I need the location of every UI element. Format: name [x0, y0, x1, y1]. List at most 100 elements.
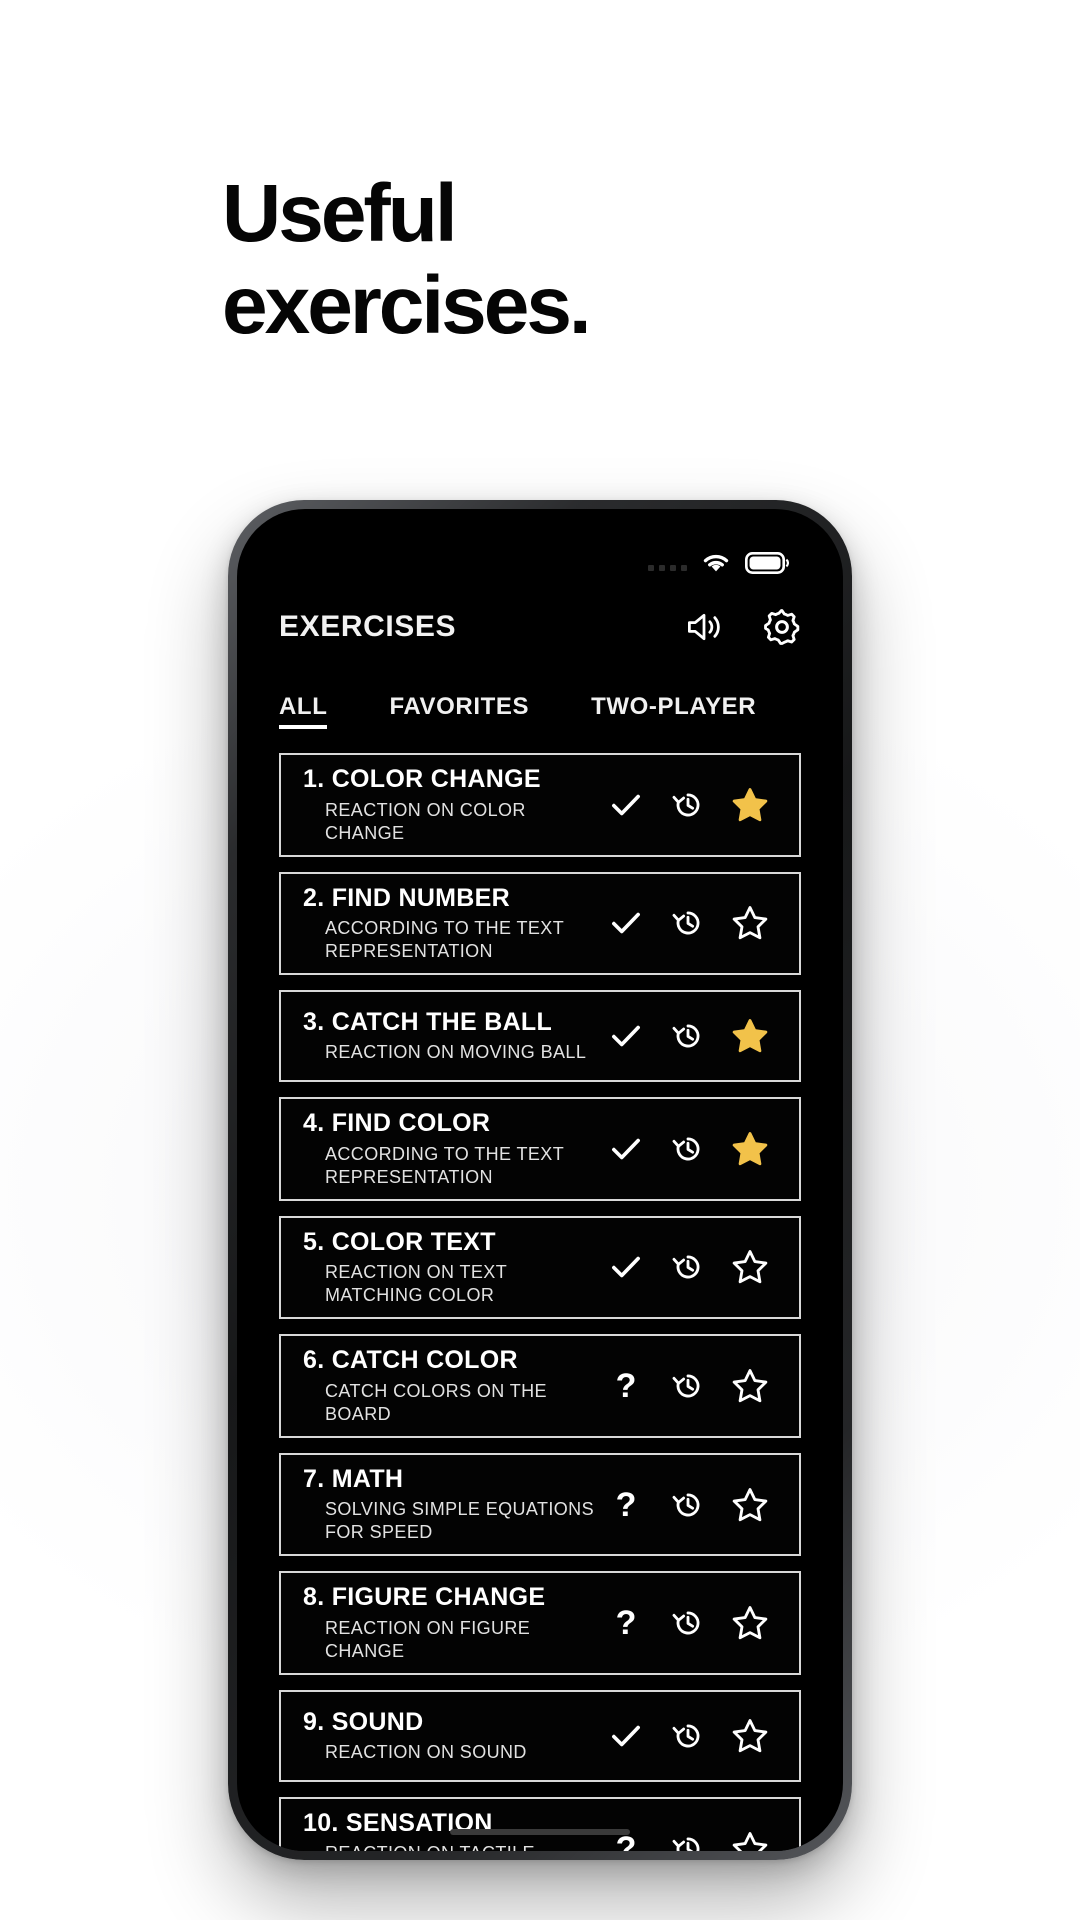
star-icon[interactable]	[731, 1830, 769, 1851]
history-button[interactable]	[657, 1592, 719, 1654]
exercise-subtitle: ACCORDING TO THE TEXT REPRESENTATION	[325, 1143, 564, 1187]
exercise-actions	[595, 1236, 781, 1298]
history-icon[interactable]	[670, 1718, 706, 1754]
history-icon[interactable]	[670, 1368, 706, 1404]
exercise-actions	[595, 1005, 781, 1067]
exercise-actions: ?	[595, 1592, 781, 1654]
question-mark-icon: ?	[615, 1604, 637, 1643]
history-icon[interactable]	[670, 1487, 706, 1523]
exercise-actions	[595, 892, 781, 954]
history-button[interactable]	[657, 1355, 719, 1417]
favorite-button[interactable]	[719, 1236, 781, 1298]
favorite-button[interactable]	[719, 1705, 781, 1767]
history-icon[interactable]	[670, 1131, 706, 1167]
exercise-row[interactable]: 5. COLOR TEXT REACTION ON TEXT MATCHING C…	[279, 1215, 801, 1320]
phone-mockup: EXERCISES ALL FAVORITES TWO-PLAYER 1. CO…	[228, 500, 852, 1860]
favorite-button[interactable]	[719, 1005, 781, 1067]
exercise-subtitle: CATCH COLORS ON THE BOARD	[325, 1380, 547, 1424]
history-button[interactable]	[657, 1005, 719, 1067]
favorite-button[interactable]	[719, 1355, 781, 1417]
page-title: Useful exercises.	[222, 168, 592, 352]
history-button[interactable]	[657, 774, 719, 836]
check-icon	[612, 1025, 640, 1047]
exercise-row[interactable]: 8. FIGURE CHANGE REACTION ON FIGURE CHANG…	[279, 1571, 801, 1675]
exercise-title: 8. FIGURE CHANGE	[303, 1583, 546, 1612]
status-check	[595, 1236, 657, 1298]
history-icon[interactable]	[670, 1249, 706, 1285]
history-icon[interactable]	[670, 787, 706, 823]
favorite-button[interactable]	[719, 774, 781, 836]
status-question: ?	[595, 1474, 657, 1536]
check-icon	[612, 794, 640, 816]
history-button[interactable]	[657, 1118, 719, 1180]
favorite-button[interactable]	[719, 1118, 781, 1180]
app-title: EXERCISES	[279, 610, 457, 643]
history-button[interactable]	[657, 1818, 719, 1851]
star-icon[interactable]	[731, 904, 769, 942]
gear-icon[interactable]	[763, 608, 801, 646]
exercise-subtitle: REACTION ON COLOR CHANGE	[325, 799, 526, 843]
app-header: EXERCISES	[237, 581, 843, 657]
exercise-subtitle: REACTION ON TEXT MATCHING COLOR	[325, 1262, 507, 1306]
home-indicator	[450, 1829, 630, 1835]
exercise-text: 9. SOUND REACTION ON SOUND	[303, 1708, 595, 1765]
history-icon[interactable]	[670, 905, 706, 941]
history-icon[interactable]	[670, 1831, 706, 1851]
wifi-icon	[703, 554, 729, 572]
star-icon[interactable]	[731, 1017, 769, 1055]
exercise-row[interactable]: 6. CATCH COLOR CATCH COLORS ON THE BOARD?	[279, 1334, 801, 1438]
check-icon	[612, 1257, 640, 1278]
favorite-button[interactable]	[719, 1818, 781, 1851]
tab-all[interactable]: ALL	[279, 693, 328, 729]
exercise-row[interactable]: 2. FIND NUMBER ACCORDING TO THE TEXT REPR…	[279, 871, 801, 976]
history-button[interactable]	[657, 1705, 719, 1767]
header-actions	[685, 608, 801, 646]
check-icon	[612, 1138, 640, 1160]
exercise-row[interactable]: 4. FIND COLOR ACCORDING TO THE TEXT REPRE…	[279, 1097, 801, 1201]
exercise-row[interactable]: 9. SOUND REACTION ON SOUND	[279, 1689, 801, 1782]
star-icon[interactable]	[731, 1367, 769, 1405]
exercise-row[interactable]: 7. MATH SOLVING SIMPLE EQUATIONS FOR SPEE…	[279, 1452, 801, 1557]
history-button[interactable]	[657, 1474, 719, 1536]
star-icon[interactable]	[731, 1604, 769, 1642]
exercise-row[interactable]: 1. COLOR CHANGE REACTION ON COLOR CHANGE	[279, 753, 801, 857]
exercise-text: 1. COLOR CHANGE REACTION ON COLOR CHANGE	[303, 765, 595, 845]
tab-two-player[interactable]: TWO-PLAYER	[591, 693, 756, 729]
exercise-title: 7. MATH	[303, 1464, 404, 1493]
favorite-button[interactable]	[719, 892, 781, 954]
star-icon[interactable]	[731, 1717, 769, 1755]
exercise-row[interactable]: 10. SENSATIONREACTION ON TACTILE SENSATI…	[279, 1796, 801, 1851]
history-button[interactable]	[657, 1236, 719, 1298]
exercise-title: 9. SOUND	[303, 1707, 424, 1736]
history-button[interactable]	[657, 892, 719, 954]
check-icon	[612, 1725, 640, 1747]
exercise-actions: ?	[595, 1355, 781, 1417]
favorite-button[interactable]	[719, 1474, 781, 1536]
exercise-title: 2. FIND NUMBER	[303, 883, 510, 912]
tab-favorites[interactable]: FAVORITES	[389, 693, 529, 729]
phone-screen: EXERCISES ALL FAVORITES TWO-PLAYER 1. CO…	[237, 509, 843, 1851]
status-check	[595, 892, 657, 954]
exercise-actions	[595, 774, 781, 836]
exercise-actions: ?	[595, 1474, 781, 1536]
exercise-row[interactable]: 3. CATCH THE BALL REACTION ON MOVING BALL	[279, 990, 801, 1083]
star-icon[interactable]	[731, 786, 769, 824]
volume-icon[interactable]	[685, 608, 723, 646]
exercise-text: 5. COLOR TEXT REACTION ON TEXT MATCHING C…	[303, 1228, 595, 1308]
check-icon	[612, 913, 640, 934]
headline-line-2: exercises.	[222, 259, 592, 351]
question-mark-icon: ?	[615, 1367, 637, 1406]
exercise-list: 1. COLOR CHANGE REACTION ON COLOR CHANGE 2…	[237, 729, 843, 1851]
star-icon[interactable]	[731, 1130, 769, 1168]
exercise-text: 7. MATH SOLVING SIMPLE EQUATIONS FOR SPEE…	[303, 1465, 595, 1545]
question-mark-icon: ?	[615, 1485, 637, 1524]
favorite-button[interactable]	[719, 1592, 781, 1654]
exercise-title: 1. COLOR CHANGE	[303, 765, 541, 793]
history-icon[interactable]	[670, 1018, 706, 1054]
status-bar	[237, 509, 843, 581]
exercise-text: 6. CATCH COLOR CATCH COLORS ON THE BOARD	[303, 1346, 595, 1426]
star-icon[interactable]	[731, 1486, 769, 1524]
star-icon[interactable]	[731, 1248, 769, 1286]
exercise-title: 4. FIND COLOR	[303, 1109, 491, 1138]
history-icon[interactable]	[670, 1605, 706, 1641]
